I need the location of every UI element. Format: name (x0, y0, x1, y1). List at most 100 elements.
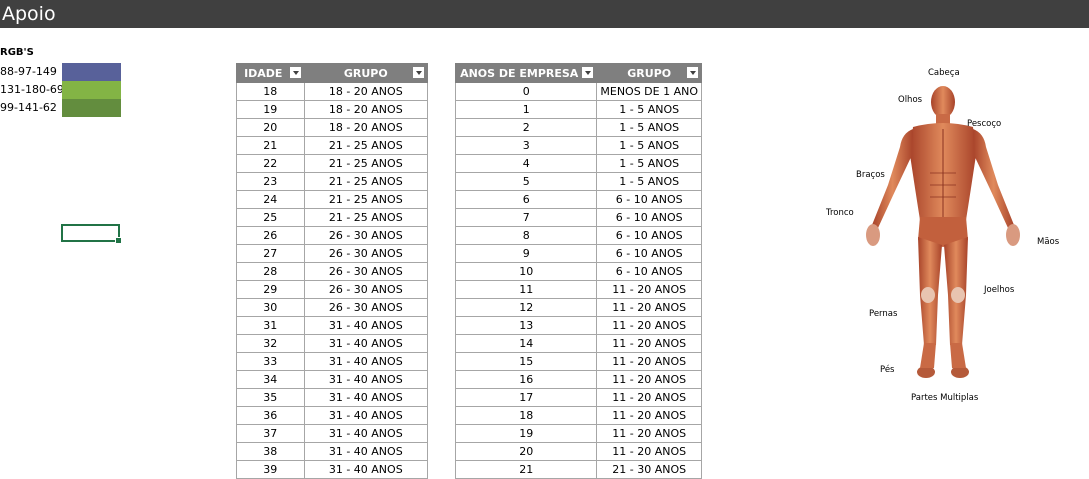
table-cell-group[interactable]: 11 - 20 ANOS (596, 298, 702, 317)
column-header-grupo[interactable]: GRUPO (596, 63, 702, 83)
table-cell-key[interactable]: 39 (236, 460, 305, 479)
table-cell-group[interactable]: 21 - 25 ANOS (304, 172, 429, 191)
body-label-partes-multiplas[interactable]: Partes Multiplas (911, 393, 978, 403)
table-cell-group[interactable]: 21 - 25 ANOS (304, 190, 429, 209)
table-cell-group[interactable]: 1 - 5 ANOS (596, 100, 702, 119)
table-cell-key[interactable]: 6 (454, 190, 598, 209)
table-cell-key[interactable]: 16 (454, 370, 598, 389)
table-cell-key[interactable]: 19 (236, 100, 305, 119)
table-cell-group[interactable]: 26 - 30 ANOS (304, 244, 429, 263)
table-cell-key[interactable]: 12 (454, 298, 598, 317)
table-cell-key[interactable]: 28 (236, 262, 305, 281)
table-cell-key[interactable]: 1 (454, 100, 598, 119)
table-cell-group[interactable]: 31 - 40 ANOS (304, 316, 429, 335)
selected-cell[interactable] (61, 224, 122, 244)
table-cell-key[interactable]: 11 (454, 280, 598, 299)
table-cell-key[interactable]: 21 (454, 460, 598, 479)
table-cell-key[interactable]: 7 (454, 208, 598, 227)
table-cell-key[interactable]: 9 (454, 244, 598, 263)
body-label-pes[interactable]: Pés (880, 365, 894, 375)
rgb-row-3[interactable]: 99-141-62 (0, 99, 121, 117)
table-cell-group[interactable]: 6 - 10 ANOS (596, 244, 702, 263)
table-cell-group[interactable]: MENOS DE 1 ANO (596, 82, 702, 101)
filter-dropdown-icon[interactable] (581, 66, 595, 79)
table-cell-key[interactable]: 35 (236, 388, 305, 407)
table-cell-group[interactable]: 18 - 20 ANOS (304, 82, 429, 101)
table-cell-group[interactable]: 1 - 5 ANOS (596, 154, 702, 173)
table-cell-group[interactable]: 21 - 25 ANOS (304, 154, 429, 173)
rgb-row-2[interactable]: 131-180-69 (0, 81, 121, 99)
table-cell-group[interactable]: 31 - 40 ANOS (304, 388, 429, 407)
table-cell-key[interactable]: 20 (454, 442, 598, 461)
table-cell-group[interactable]: 18 - 20 ANOS (304, 118, 429, 137)
table-cell-group[interactable]: 31 - 40 ANOS (304, 370, 429, 389)
table-cell-key[interactable]: 3 (454, 136, 598, 155)
table-cell-key[interactable]: 18 (236, 82, 305, 101)
table-cell-group[interactable]: 6 - 10 ANOS (596, 190, 702, 209)
table-cell-group[interactable]: 26 - 30 ANOS (304, 298, 429, 317)
table-cell-group[interactable]: 26 - 30 ANOS (304, 262, 429, 281)
table-cell-key[interactable]: 32 (236, 334, 305, 353)
table-cell-group[interactable]: 11 - 20 ANOS (596, 316, 702, 335)
table-cell-key[interactable]: 2 (454, 118, 598, 137)
column-header-idade[interactable]: IDADE (236, 63, 305, 83)
body-label-maos[interactable]: Mãos (1037, 237, 1059, 247)
table-cell-key[interactable]: 18 (454, 406, 598, 425)
table-cell-key[interactable]: 25 (236, 208, 305, 227)
body-label-tronco[interactable]: Tronco (826, 208, 854, 218)
table-cell-group[interactable]: 1 - 5 ANOS (596, 136, 702, 155)
table-cell-group[interactable]: 6 - 10 ANOS (596, 226, 702, 245)
fill-handle[interactable] (115, 237, 122, 244)
table-cell-group[interactable]: 31 - 40 ANOS (304, 424, 429, 443)
table-cell-group[interactable]: 31 - 40 ANOS (304, 442, 429, 461)
table-cell-group[interactable]: 31 - 40 ANOS (304, 334, 429, 353)
table-cell-key[interactable]: 30 (236, 298, 305, 317)
table-cell-group[interactable]: 11 - 20 ANOS (596, 334, 702, 353)
human-muscle-anatomy-image[interactable] (858, 85, 1028, 385)
table-cell-key[interactable]: 37 (236, 424, 305, 443)
table-cell-group[interactable]: 11 - 20 ANOS (596, 280, 702, 299)
table-cell-group[interactable]: 11 - 20 ANOS (596, 424, 702, 443)
table-cell-key[interactable]: 14 (454, 334, 598, 353)
table-cell-key[interactable]: 5 (454, 172, 598, 191)
filter-dropdown-icon[interactable] (686, 66, 699, 79)
filter-dropdown-icon[interactable] (288, 66, 302, 79)
table-cell-group[interactable]: 26 - 30 ANOS (304, 280, 429, 299)
table-cell-key[interactable]: 19 (454, 424, 598, 443)
table-cell-key[interactable]: 13 (454, 316, 598, 335)
filter-dropdown-icon[interactable] (412, 66, 425, 79)
table-cell-key[interactable]: 29 (236, 280, 305, 299)
table-cell-group[interactable]: 1 - 5 ANOS (596, 118, 702, 137)
table-cell-group[interactable]: 11 - 20 ANOS (596, 406, 702, 425)
table-cell-group[interactable]: 21 - 25 ANOS (304, 208, 429, 227)
table-cell-key[interactable]: 8 (454, 226, 598, 245)
body-label-pernas[interactable]: Pernas (869, 309, 897, 319)
body-label-pescoco[interactable]: Pescoço (967, 119, 1001, 129)
body-label-joelhos[interactable]: Joelhos (984, 285, 1014, 295)
table-cell-group[interactable]: 11 - 20 ANOS (596, 442, 702, 461)
table-cell-group[interactable]: 1 - 5 ANOS (596, 172, 702, 191)
table-cell-key[interactable]: 23 (236, 172, 305, 191)
table-cell-group[interactable]: 31 - 40 ANOS (304, 406, 429, 425)
table-cell-key[interactable]: 0 (454, 82, 598, 101)
table-cell-key[interactable]: 17 (454, 388, 598, 407)
body-label-cabeca[interactable]: Cabeça (928, 68, 960, 78)
body-label-bracos[interactable]: Braços (856, 170, 885, 180)
table-cell-key[interactable]: 27 (236, 244, 305, 263)
table-cell-group[interactable]: 11 - 20 ANOS (596, 388, 702, 407)
table-cell-group[interactable]: 11 - 20 ANOS (596, 352, 702, 371)
table-cell-key[interactable]: 24 (236, 190, 305, 209)
table-cell-key[interactable]: 31 (236, 316, 305, 335)
table-cell-key[interactable]: 26 (236, 226, 305, 245)
table-cell-group[interactable]: 31 - 40 ANOS (304, 352, 429, 371)
table-cell-key[interactable]: 33 (236, 352, 305, 371)
table-cell-group[interactable]: 21 - 25 ANOS (304, 136, 429, 155)
body-label-olhos[interactable]: Olhos (898, 95, 922, 105)
table-cell-group[interactable]: 18 - 20 ANOS (304, 100, 429, 119)
table-cell-key[interactable]: 22 (236, 154, 305, 173)
table-cell-key[interactable]: 15 (454, 352, 598, 371)
table-cell-group[interactable]: 26 - 30 ANOS (304, 226, 429, 245)
column-header-grupo[interactable]: GRUPO (303, 63, 429, 83)
table-cell-key[interactable]: 34 (236, 370, 305, 389)
column-header-anos-de-empresa[interactable]: ANOS DE EMPRESA (454, 63, 598, 83)
